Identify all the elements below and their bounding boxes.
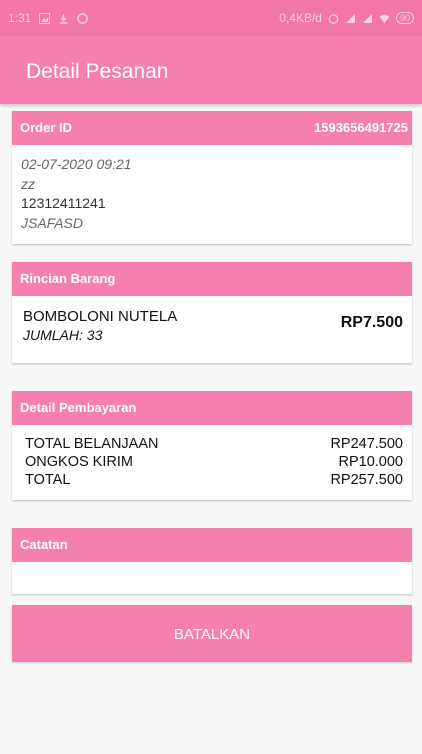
customer-phone: 12312411241 [21,195,106,211]
status-time: 1:31 [8,11,32,25]
item-name: BOMBOLONI NUTELA [23,308,178,325]
signal-icon [345,13,355,23]
items-header: Rincian Barang [12,262,412,296]
image-icon [39,12,51,24]
notes-card: Catatan [12,528,412,594]
alarm-icon [328,13,339,24]
payment-row: TOTAL BELANJAAN RP247.500 [25,435,403,453]
payment-label: TOTAL [25,472,71,488]
payment-card: Detail Pembayaran TOTAL BELANJAAN RP247.… [12,391,412,500]
items-card: Rincian Barang BOMBOLONI NUTELA JUMLAH: … [12,262,412,363]
payment-row: ONGKOS KIRIM RP10.000 [25,453,403,471]
whatsapp-icon [77,12,89,24]
cancel-button[interactable]: BATALKAN [12,605,412,662]
item-quantity: JUMLAH: 33 [23,327,103,343]
status-bar: 1:31 0,4KB/d 90 [0,0,422,36]
signal-icon [362,13,372,23]
notes-value [12,562,412,592]
network-speed: 0,4KB/d [279,11,322,25]
app-bar: Detail Pesanan [0,36,422,104]
page-title: Detail Pesanan [26,60,169,83]
order-details: 02-07-2020 09:21 zz 12312411241 JSAFASD [12,145,412,233]
payment-label: ONGKOS KIRIM [25,454,133,470]
notes-header: Catatan [12,528,412,562]
customer-address: JSAFASD [21,214,83,231]
order-id-value: 1593656491725 [314,120,408,135]
payment-header: Detail Pembayaran [12,391,412,425]
item-price: RP7.500 [340,314,403,331]
status-left: 1:31 [8,11,89,25]
payment-value: RP10.000 [338,454,404,470]
order-datetime: 02-07-2020 09:21 [21,156,132,172]
download-icon [60,13,68,24]
payment-row: TOTAL RP257.500 [25,471,403,489]
payment-table: TOTAL BELANJAAN RP247.500 ONGKOS KIRIM R… [12,425,412,489]
order-id-label: Order ID [20,120,73,135]
order-header: Order ID 1593656491725 [12,111,412,145]
customer-name: zz [21,175,35,192]
payment-label: TOTAL BELANJAAN [25,436,159,452]
list-item: BOMBOLONI NUTELA JUMLAH: 33 RP7.500 [12,296,412,348]
order-card: Order ID 1593656491725 02-07-2020 09:21 … [12,111,412,244]
payment-value: RP247.500 [330,436,403,452]
payment-value: RP257.500 [330,472,403,488]
status-right: 0,4KB/d 90 [279,11,414,25]
battery-icon: 90 [395,12,414,24]
wifi-icon [379,14,390,23]
battery-level: 90 [399,13,410,23]
